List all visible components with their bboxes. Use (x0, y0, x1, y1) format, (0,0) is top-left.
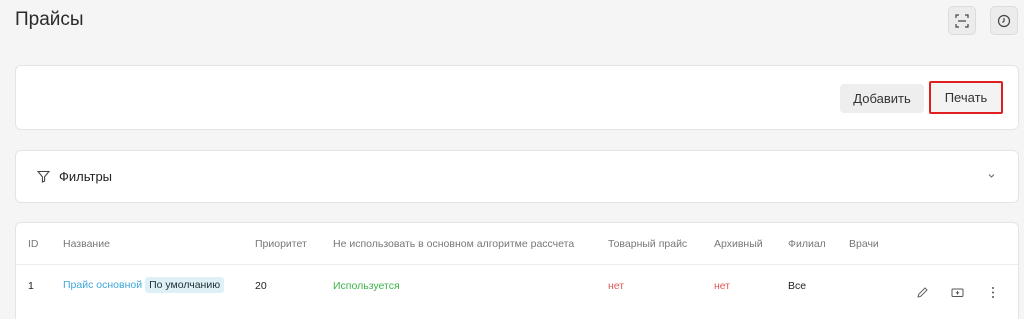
column-header-priority: Приоритет (255, 238, 307, 250)
copy-icon (951, 288, 963, 297)
pencil-icon (916, 286, 928, 298)
cell-priority: 20 (255, 280, 267, 292)
print-button[interactable]: Печать (929, 81, 1003, 114)
price-name-link[interactable]: Прайс основной (63, 279, 142, 291)
history-button[interactable] (990, 6, 1018, 35)
cell-id: 1 (28, 280, 34, 292)
default-badge: По умолчанию (145, 277, 225, 293)
column-header-branch: Филиал (788, 238, 826, 250)
add-button[interactable]: Добавить (840, 84, 924, 113)
copy-button[interactable] (949, 284, 965, 300)
filter-icon (37, 170, 50, 183)
column-header-id: ID (28, 238, 39, 250)
prices-table: ID Название Приоритет Не использовать в … (15, 222, 1019, 319)
more-options-button[interactable] (985, 284, 1001, 300)
scan-button[interactable] (948, 6, 976, 35)
filters-panel[interactable]: Фильтры (15, 150, 1019, 203)
filters-label: Фильтры (59, 169, 113, 184)
cell-branch: Все (788, 280, 807, 292)
scan-icon (955, 13, 969, 28)
page-title: Прайсы (15, 9, 84, 30)
column-header-archived: Архивный (714, 238, 763, 250)
chevron-down-icon[interactable] (987, 171, 996, 180)
column-header-name: Название (63, 238, 110, 250)
cell-product-price: нет (608, 280, 625, 292)
edit-button[interactable] (914, 284, 930, 300)
more-vertical-icon (992, 286, 994, 298)
column-header-product-price: Товарный прайс (608, 238, 688, 250)
column-header-exclude-from-algorithm: Не использовать в основном алгоритме рас… (333, 238, 575, 250)
cell-usage-status: Используется (333, 280, 400, 292)
page-header: Прайсы (0, 0, 1024, 44)
cell-archived: нет (714, 280, 731, 292)
cell-name: Прайс основной По умолчанию (63, 277, 225, 293)
header-divider (16, 264, 1018, 265)
clock-icon (997, 14, 1011, 27)
column-header-doctors: Врачи (849, 238, 879, 250)
actions-panel: Добавить Печать (15, 65, 1019, 130)
